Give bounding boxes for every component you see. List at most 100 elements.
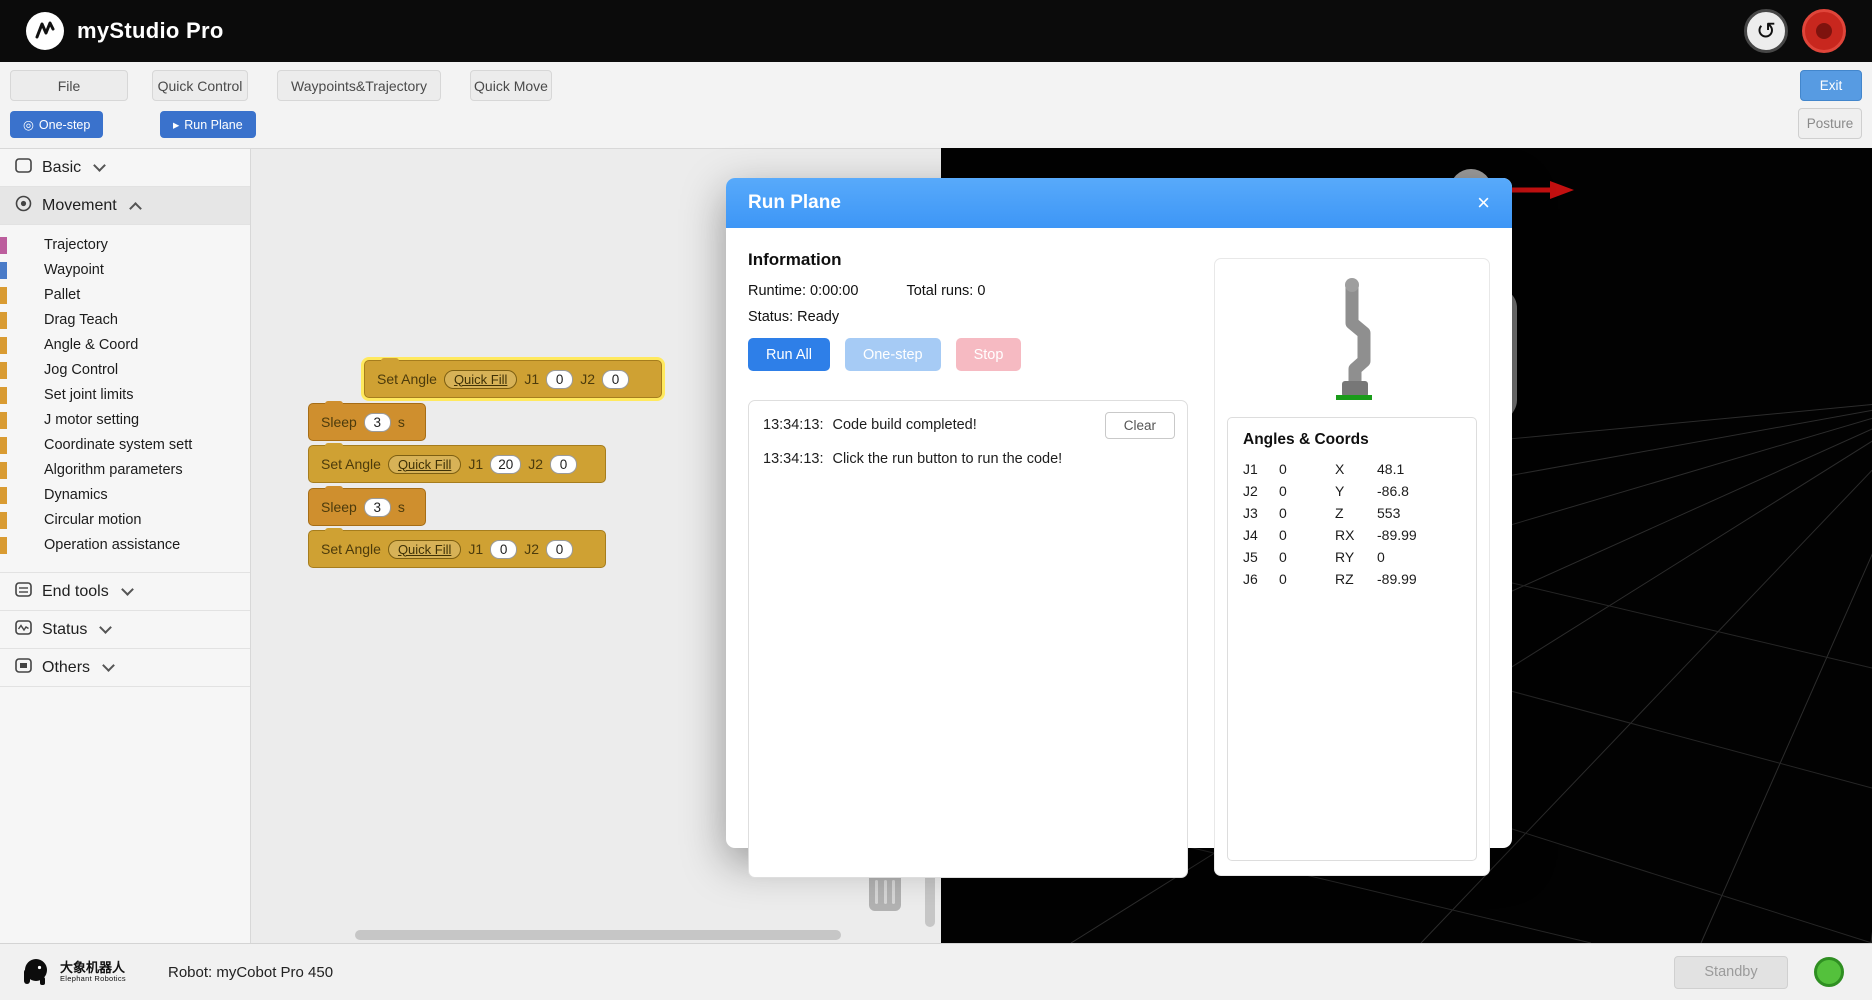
brand-text: 大象机器人 Elephant Robotics (60, 960, 126, 984)
category-status-label: Status (42, 620, 88, 638)
total-runs-text: Total runs: 0 (906, 283, 986, 299)
elephant-logo-icon (24, 959, 47, 985)
quick-fill-button[interactable]: Quick Fill (443, 369, 518, 389)
close-icon[interactable]: × (1477, 192, 1490, 214)
sidebar-item-pallet[interactable]: Pallet (0, 283, 250, 308)
sidebar-item-drag-teach[interactable]: Drag Teach (0, 308, 250, 333)
one-step-icon: ◎ (23, 118, 34, 132)
color-strip (0, 412, 7, 429)
j1-label: J1 (468, 456, 484, 472)
sleep-value-field[interactable]: 3 (363, 412, 391, 432)
standby-button[interactable]: Standby (1674, 955, 1788, 989)
stop-button[interactable]: Stop (955, 338, 1022, 371)
brand: 大象机器人 Elephant Robotics (18, 955, 126, 989)
quick-move-button[interactable]: Quick Move (470, 70, 552, 101)
sidebar-item-set-joint-limits[interactable]: Set joint limits (0, 383, 250, 408)
quick-fill-button[interactable]: Quick Fill (387, 539, 462, 559)
j2-value-field[interactable]: 0 (545, 539, 573, 559)
category-basic-label: Basic (42, 158, 82, 176)
coord-label: Z (1335, 505, 1344, 521)
clear-button[interactable]: Clear (1104, 412, 1175, 439)
one-step-toolbar-button[interactable]: ◎ One-step (10, 111, 104, 138)
brand-name-en: Elephant Robotics (60, 974, 126, 984)
sidebar-item-algorithm-parameters[interactable]: Algorithm parameters (0, 458, 250, 483)
undo-icon[interactable]: ↺ (1744, 9, 1788, 53)
coord-label: RZ (1335, 571, 1354, 587)
robot-model-label: Robot: myCobot Pro 450 (167, 963, 334, 981)
j1-label: J1 (468, 541, 484, 557)
sidebar-item-dynamics[interactable]: Dynamics (0, 483, 250, 508)
j2-label: J2 (580, 371, 595, 387)
app-screen: myStudio Pro ↺ File Quick Control Waypoi… (0, 0, 1872, 1000)
color-strip (0, 537, 7, 554)
waypoints-trajectory-button[interactable]: Waypoints&Trajectory (277, 70, 441, 101)
status-bar: 大象机器人 Elephant Robotics Robot: myCobot P… (0, 943, 1872, 1000)
run-plane-label: Run Plane (184, 117, 243, 132)
others-category-icon (15, 657, 32, 678)
category-end-tools-label: End tools (42, 582, 109, 600)
angles-coords-heading: Angles & Coords (1243, 431, 1369, 448)
block-label: Set Angle (377, 371, 437, 387)
sleep-value-field[interactable]: 3 (363, 497, 391, 517)
item-label: Algorithm parameters (44, 462, 183, 478)
log-entry: 13:34:13: Click the run button to run the… (763, 451, 1173, 467)
sidebar-item-operation-assistance[interactable]: Operation assistance (0, 533, 250, 558)
sleep-block[interactable]: Sleep 3 s (308, 401, 426, 441)
joint-value: 0 (1279, 549, 1287, 565)
color-strip (0, 237, 7, 254)
block-category-sidebar: Basic Movement Trajectory Waypoint Palle… (0, 148, 251, 943)
one-step-button[interactable]: One-step (844, 338, 941, 371)
set-angle-block[interactable]: Set Angle Quick Fill J1 0 J2 0 (364, 358, 662, 398)
horizontal-scrollbar[interactable] (355, 930, 841, 940)
posture-button[interactable]: Posture (1798, 108, 1862, 139)
angles-coords-panel: Angles & Coords J1 0 X 48.1 J2 0 Y -86.8 J3 0 Z 5… (1227, 417, 1477, 861)
coord-value: -86.8 (1377, 483, 1409, 499)
set-angle-block[interactable]: Set Angle Quick Fill J1 20 J2 0 (308, 443, 606, 483)
color-strip (0, 312, 7, 329)
j1-value-field[interactable]: 20 (490, 454, 522, 474)
category-end-tools[interactable]: End tools (0, 573, 250, 611)
run-plane-toolbar-button[interactable]: ▸ Run Plane (160, 111, 256, 138)
elephant-brand-icon[interactable] (1802, 9, 1846, 53)
sidebar-item-angle-coord[interactable]: Angle & Coord (0, 333, 250, 358)
coord-value: -89.99 (1377, 571, 1417, 587)
item-label: J motor setting (44, 412, 140, 428)
j1-value-field[interactable]: 0 (490, 539, 518, 559)
sidebar-item-trajectory[interactable]: Trajectory (0, 233, 250, 258)
sidebar-item-j-motor-setting[interactable]: J motor setting (0, 408, 250, 433)
dialog-header[interactable]: Run Plane × (726, 178, 1512, 228)
basic-category-icon (15, 157, 32, 178)
j2-value-field[interactable]: 0 (550, 454, 578, 474)
run-all-button[interactable]: Run All (748, 338, 830, 371)
quick-control-button[interactable]: Quick Control (152, 70, 248, 101)
category-movement[interactable]: Movement (0, 187, 250, 225)
block-label: Sleep (321, 414, 357, 430)
color-strip (0, 512, 7, 529)
j2-value-field[interactable]: 0 (601, 369, 629, 389)
color-strip (0, 437, 7, 454)
run-buttons-row: Run All One-step Stop (748, 338, 1022, 371)
movement-category-icon (15, 195, 32, 217)
file-button[interactable]: File (10, 70, 128, 101)
category-basic[interactable]: Basic (0, 149, 250, 187)
exit-button[interactable]: Exit (1800, 70, 1862, 101)
category-others[interactable]: Others (0, 649, 250, 687)
joint-label: J3 (1243, 505, 1258, 521)
j2-label: J2 (524, 541, 539, 557)
dialog-body: Information Runtime: 0:00:00 Total runs:… (726, 228, 1512, 878)
item-label: Trajectory (44, 237, 108, 253)
coord-value: -89.99 (1377, 527, 1417, 543)
end-tools-category-icon (15, 581, 32, 602)
set-angle-block[interactable]: Set Angle Quick Fill J1 0 J2 0 (308, 528, 606, 568)
joint-value: 0 (1279, 505, 1287, 521)
sidebar-item-waypoint[interactable]: Waypoint (0, 258, 250, 283)
sidebar-item-jog-control[interactable]: Jog Control (0, 358, 250, 383)
j1-value-field[interactable]: 0 (546, 369, 574, 389)
chevron-up-icon (128, 201, 142, 215)
sleep-block[interactable]: Sleep 3 s (308, 486, 426, 526)
sidebar-item-coordinate-system[interactable]: Coordinate system sett (0, 433, 250, 458)
sidebar-item-circular-motion[interactable]: Circular motion (0, 508, 250, 533)
quick-fill-button[interactable]: Quick Fill (387, 454, 462, 474)
category-status[interactable]: Status (0, 611, 250, 649)
coord-label: RY (1335, 549, 1355, 565)
